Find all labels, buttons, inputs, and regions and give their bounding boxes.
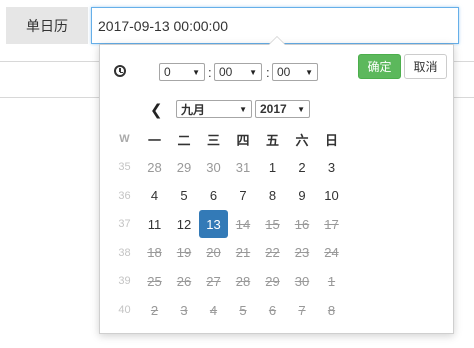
confirm-button[interactable]: 确定	[358, 54, 401, 79]
day-cell[interactable]: 11	[140, 210, 169, 238]
day-cell: 25	[147, 273, 162, 289]
minute-select[interactable]: 00 ▼	[214, 63, 262, 81]
day-cell: 8	[327, 302, 336, 318]
weekday-header: 二	[177, 132, 191, 148]
day-cell: 16	[294, 216, 310, 232]
day-cell: 20	[206, 245, 221, 261]
day-cell: 17	[324, 216, 339, 232]
day-cell: 6	[268, 302, 277, 318]
datepicker-popup: 0 ▼ : 00 ▼ : 00 ▼ 确定 取消 ❮ 九月 ▼ 2017 ▼ W一…	[99, 36, 454, 334]
chevron-down-icon: ▼	[297, 105, 305, 114]
month-select[interactable]: 九月 ▼	[176, 100, 252, 118]
day-cell: 15	[265, 216, 280, 232]
cancel-button[interactable]: 取消	[404, 54, 447, 79]
week-number: 36	[118, 189, 131, 202]
week-number: 37	[118, 218, 131, 231]
day-cell[interactable]: 4	[140, 182, 169, 210]
day-cell[interactable]: 28	[140, 153, 169, 181]
day-cell-selected[interactable]: 13	[199, 210, 228, 239]
day-cell[interactable]: 6	[199, 182, 228, 210]
day-cell: 28	[235, 273, 251, 289]
year-value: 2017	[260, 102, 287, 116]
day-cell: 18	[147, 245, 162, 261]
year-select[interactable]: 2017 ▼	[255, 100, 310, 118]
day-cell: 19	[176, 245, 192, 261]
day-cell: 5	[239, 302, 247, 318]
day-cell: 23	[294, 245, 310, 261]
week-number: 40	[118, 304, 131, 316]
time-separator: :	[266, 65, 270, 80]
weekday-header: 一	[147, 132, 161, 148]
minute-value: 00	[219, 65, 233, 79]
chevron-down-icon: ▼	[192, 68, 200, 77]
day-cell: 7	[298, 302, 306, 318]
month-value: 九月	[181, 102, 206, 117]
day-cell: 1	[327, 273, 336, 289]
day-cell[interactable]: 8	[258, 182, 287, 210]
field-label: 单日历	[6, 7, 88, 44]
divider-line	[0, 97, 99, 98]
day-cell[interactable]: 3	[317, 153, 346, 181]
day-cell: 24	[324, 245, 339, 261]
second-select[interactable]: 00 ▼	[272, 63, 318, 81]
day-cell: 4	[209, 302, 218, 318]
day-cell: 3	[180, 302, 188, 318]
hour-value: 0	[164, 65, 171, 79]
week-number: 39	[118, 275, 131, 288]
chevron-down-icon: ▼	[305, 68, 313, 77]
day-cell: 14	[235, 216, 251, 232]
clock-icon	[114, 65, 126, 77]
divider-line	[454, 97, 474, 98]
day-cell: 30	[294, 273, 310, 289]
hour-select[interactable]: 0 ▼	[159, 63, 205, 81]
prev-month-icon[interactable]: ❮	[150, 101, 163, 119]
day-cell[interactable]: 7	[229, 182, 258, 210]
day-cell[interactable]: 30	[199, 153, 228, 181]
weekday-header: 六	[295, 132, 309, 148]
week-column-header: W	[119, 133, 130, 145]
day-cell[interactable]: 5	[170, 182, 199, 210]
chevron-down-icon: ▼	[249, 68, 257, 77]
day-cell: 2	[150, 302, 159, 318]
day-cell: 21	[235, 245, 251, 261]
weekday-header: 五	[265, 132, 279, 148]
day-cell[interactable]: 2	[288, 153, 317, 181]
day-cell: 27	[206, 273, 221, 289]
day-cell: 26	[176, 273, 192, 289]
weekday-header: 三	[206, 132, 220, 148]
day-cell[interactable]: 1	[258, 153, 287, 181]
weekday-header: 日	[324, 132, 338, 148]
second-value: 00	[277, 65, 291, 79]
divider-line	[0, 61, 99, 62]
weekday-header: 四	[236, 132, 250, 148]
time-separator: :	[208, 65, 212, 80]
week-number: 38	[118, 246, 131, 259]
chevron-down-icon: ▼	[239, 105, 247, 114]
day-cell[interactable]: 10	[317, 182, 346, 210]
week-number: 35	[118, 161, 131, 173]
day-cell[interactable]: 29	[170, 153, 199, 181]
day-cell: 29	[265, 273, 280, 289]
day-cell: 22	[265, 245, 280, 261]
day-cell[interactable]: 9	[288, 182, 317, 210]
divider-line	[454, 61, 474, 62]
day-cell[interactable]: 12	[170, 210, 199, 238]
day-cell[interactable]: 31	[229, 153, 258, 181]
popup-caret-fill	[269, 37, 285, 45]
